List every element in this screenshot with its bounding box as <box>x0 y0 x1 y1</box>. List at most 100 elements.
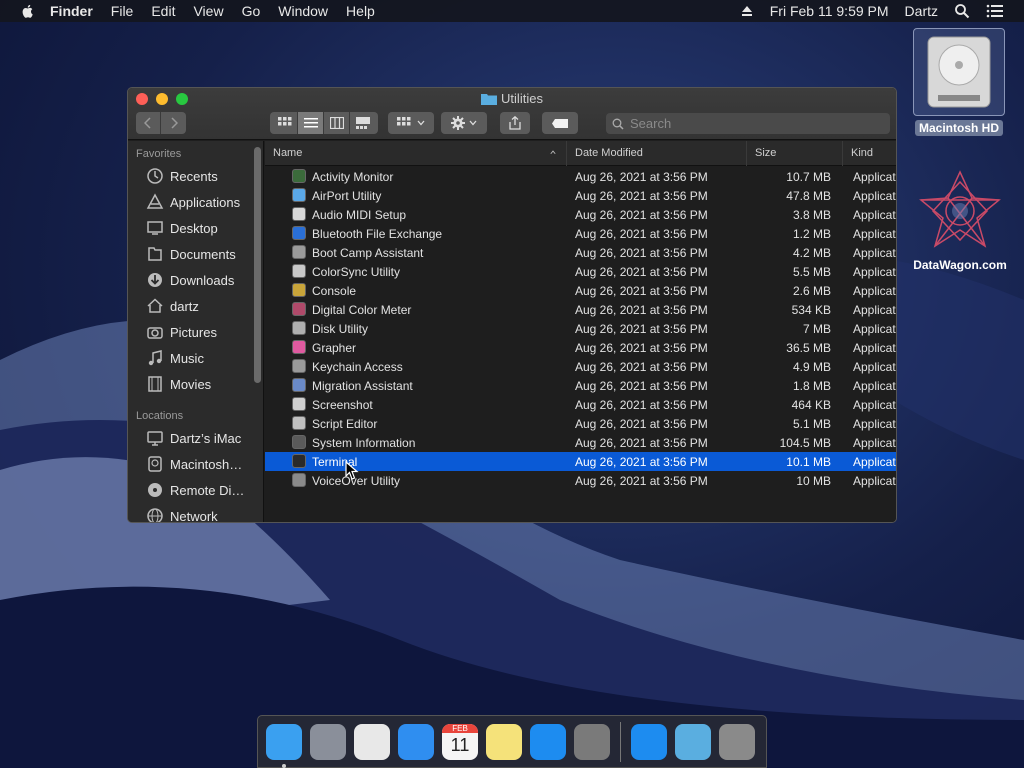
file-kind: Applicat <box>853 227 896 241</box>
file-kind: Applicat <box>853 379 896 393</box>
column-date-modified[interactable]: Date Modified <box>566 141 746 166</box>
sidebar-scrollbar[interactable] <box>254 147 261 383</box>
notification-center-icon[interactable] <box>986 4 1004 18</box>
table-row[interactable]: Boot Camp Assistant Aug 26, 2021 at 3:56 … <box>265 243 896 262</box>
dock-app-store-icon[interactable] <box>530 723 566 760</box>
apple-icon[interactable] <box>20 3 36 19</box>
file-name: Disk Utility <box>312 322 368 336</box>
sidebar-item-applications[interactable]: Applications <box>128 189 263 215</box>
table-row[interactable]: VoiceOver Utility Aug 26, 2021 at 3:56 PM… <box>265 471 896 490</box>
eject-icon[interactable] <box>740 4 754 18</box>
menu-clock[interactable]: Fri Feb 11 9:59 PM <box>770 3 889 19</box>
table-row[interactable]: Disk Utility Aug 26, 2021 at 3:56 PM 7 MB A… <box>265 319 896 338</box>
file-kind: Applicat <box>853 265 896 279</box>
desktop-datawagon[interactable]: DataWagon.com <box>900 168 1020 280</box>
column-name[interactable]: Name <box>265 141 565 166</box>
table-row[interactable]: Audio MIDI Setup Aug 26, 2021 at 3:56 PM 3… <box>265 205 896 224</box>
file-kind: Applicat <box>853 189 896 203</box>
list-view-button[interactable] <box>298 112 324 134</box>
dock-trash-icon[interactable] <box>719 723 755 760</box>
menu-edit[interactable]: Edit <box>151 3 175 19</box>
dock-safari-icon[interactable] <box>398 723 434 760</box>
file-kind: Applicat <box>853 341 896 355</box>
spotlight-icon[interactable] <box>954 3 970 19</box>
file-date-modified: Aug 26, 2021 at 3:56 PM <box>575 398 708 412</box>
file-name: ColorSync Utility <box>312 265 401 279</box>
table-row[interactable]: Grapher Aug 26, 2021 at 3:56 PM 36.5 MB App… <box>265 338 896 357</box>
sidebar-item-label: Downloads <box>170 272 235 288</box>
table-row[interactable]: Activity Monitor Aug 26, 2021 at 3:56 PM 1… <box>265 167 896 186</box>
sidebar-item-recents[interactable]: Recents <box>128 163 263 189</box>
download-icon <box>146 271 164 289</box>
menu-help[interactable]: Help <box>346 3 375 19</box>
forward-button[interactable] <box>161 112 186 134</box>
dock-system-preferences-icon[interactable] <box>574 723 610 760</box>
sidebar-item-desktop[interactable]: Desktop <box>128 215 263 241</box>
menu-go[interactable]: Go <box>242 3 261 19</box>
gallery-view-button[interactable] <box>350 112 376 134</box>
table-row[interactable]: Terminal Aug 26, 2021 at 3:56 PM 10.1 MB Ap… <box>265 452 896 471</box>
icon-view-button[interactable] <box>272 112 298 134</box>
sidebar-item-movies[interactable]: Movies <box>128 371 263 397</box>
desktop-icon <box>146 219 164 237</box>
menu-file[interactable]: File <box>111 3 134 19</box>
dock-app-store-folder-icon[interactable] <box>631 723 667 760</box>
search-field[interactable] <box>606 113 890 134</box>
file-kind: Applicat <box>853 398 896 412</box>
dock-finder-icon[interactable] <box>266 723 302 768</box>
menu-app-name[interactable]: Finder <box>50 3 93 19</box>
column-view-button[interactable] <box>324 112 350 134</box>
app-icon <box>292 435 306 449</box>
dock-notes-icon[interactable] <box>486 723 522 760</box>
window-titlebar[interactable]: Utilities <box>128 88 896 140</box>
file-size: 36.5 MB <box>786 341 831 355</box>
table-row[interactable]: Keychain Access Aug 26, 2021 at 3:56 PM 4.… <box>265 357 896 376</box>
sidebar-item-music[interactable]: Music <box>128 345 263 371</box>
table-row[interactable]: Console Aug 26, 2021 at 3:56 PM 2.6 MB Appl… <box>265 281 896 300</box>
sidebar-item-dartz-s-imac[interactable]: Dartz’s iMac <box>128 425 263 451</box>
share-button[interactable] <box>500 112 530 134</box>
search-input[interactable] <box>630 116 870 131</box>
sidebar-item-documents[interactable]: Documents <box>128 241 263 267</box>
dock-chrome-icon[interactable] <box>354 723 390 760</box>
menu-user[interactable]: Dartz <box>905 3 938 19</box>
table-row[interactable]: Bluetooth File Exchange Aug 26, 2021 at 3… <box>265 224 896 243</box>
dock-launchpad-icon[interactable] <box>310 723 346 760</box>
sidebar-item-dartz[interactable]: dartz <box>128 293 263 319</box>
table-row[interactable]: Migration Assistant Aug 26, 2021 at 3:56 … <box>265 376 896 395</box>
menu-view[interactable]: View <box>193 3 223 19</box>
sidebar-item-remote-di[interactable]: Remote Di… <box>128 477 263 503</box>
table-row[interactable]: AirPort Utility Aug 26, 2021 at 3:56 PM 47… <box>265 186 896 205</box>
sidebar-item-macintosh[interactable]: Macintosh… <box>128 451 263 477</box>
edit-tags-button[interactable] <box>542 112 578 134</box>
tag-icon <box>552 118 568 128</box>
column-kind[interactable]: Kind <box>842 141 896 166</box>
action-button[interactable] <box>441 112 487 134</box>
table-row[interactable]: Digital Color Meter Aug 26, 2021 at 3:56 … <box>265 300 896 319</box>
sidebar-item-downloads[interactable]: Downloads <box>128 267 263 293</box>
group-by-button[interactable] <box>388 112 434 134</box>
file-size: 4.2 MB <box>792 246 831 260</box>
finder-window: Utilities Search Favorites Recents Appli… <box>127 87 897 523</box>
dock-downloads-folder-icon[interactable] <box>675 723 711 760</box>
file-date-modified: Aug 26, 2021 at 3:56 PM <box>575 265 708 279</box>
menu-window[interactable]: Window <box>278 3 328 19</box>
desktop-macintosh-hd[interactable]: Macintosh HD <box>912 28 1006 142</box>
sidebar-favorites-header: Favorites <box>136 148 182 160</box>
sidebar-item-network[interactable]: Network <box>128 503 263 522</box>
dock-calendar-icon[interactable]: FEB 11 <box>442 723 478 760</box>
app-icon <box>292 473 306 487</box>
home-icon <box>146 297 164 315</box>
table-row[interactable]: Script Editor Aug 26, 2021 at 3:56 PM 5.1 … <box>265 414 896 433</box>
file-date-modified: Aug 26, 2021 at 3:56 PM <box>575 170 708 184</box>
sidebar-item-label: Music <box>170 350 204 366</box>
table-row[interactable]: ColorSync Utility Aug 26, 2021 at 3:56 PM… <box>265 262 896 281</box>
column-kind-label: Kind <box>851 147 874 159</box>
column-size[interactable]: Size <box>746 141 842 166</box>
sidebar-item-pictures[interactable]: Pictures <box>128 319 263 345</box>
table-row[interactable]: System Information Aug 26, 2021 at 3:56 P… <box>265 433 896 452</box>
back-button[interactable] <box>136 112 162 134</box>
imac-icon <box>146 429 164 447</box>
desktop-hd-label: Macintosh HD <box>914 120 1003 136</box>
table-row[interactable]: Screenshot Aug 26, 2021 at 3:56 PM 464 KB A… <box>265 395 896 414</box>
